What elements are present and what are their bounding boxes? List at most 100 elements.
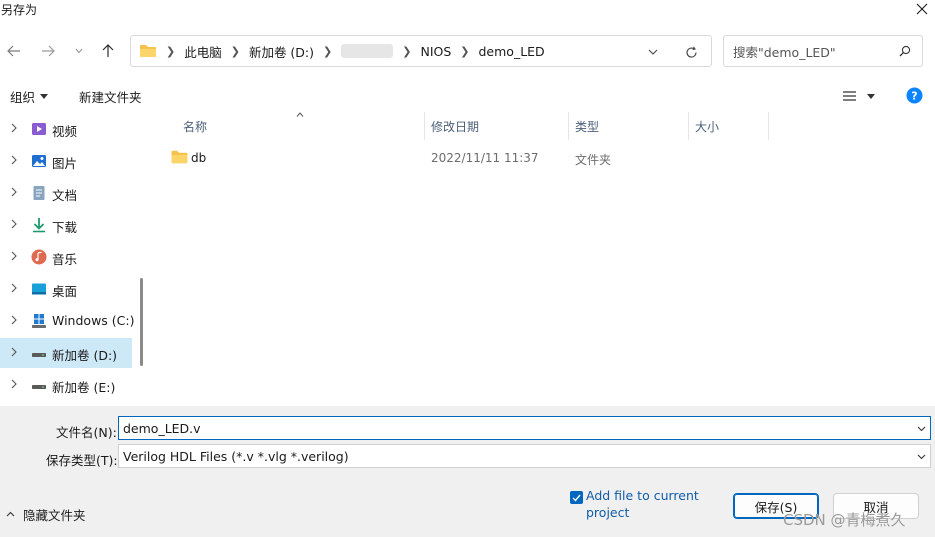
address-bar[interactable]: ❯ 此电脑 ❯ 新加卷 (D:) ❯ ❯ NIOS ❯ demo_LED	[130, 35, 712, 67]
sidebar-item-label: 音乐	[52, 252, 78, 267]
sidebar-scrollbar[interactable]	[140, 278, 143, 366]
table-row[interactable]: db 2022/11/11 11:37 文件夹	[166, 147, 786, 169]
chevron-down-icon[interactable]	[916, 423, 927, 434]
back-button[interactable]	[3, 40, 25, 62]
refresh-button[interactable]	[681, 43, 701, 61]
up-button[interactable]	[97, 40, 119, 62]
view-options-button[interactable]	[843, 87, 875, 105]
chevron-down-icon	[648, 49, 658, 55]
chevron-right-icon	[11, 347, 17, 357]
filetype-select[interactable]: Verilog HDL Files (*.v *.vlg *.verilog)	[118, 444, 931, 468]
chevron-right-icon	[11, 155, 17, 165]
column-header-label: 修改日期	[431, 119, 480, 134]
breadcrumb-separator: ❯	[230, 44, 240, 58]
caret-down-icon	[40, 93, 49, 99]
caret-down-icon	[867, 93, 875, 99]
sidebar-item-label: 图片	[52, 156, 78, 171]
column-header-name[interactable]: 名称	[183, 112, 423, 140]
refresh-icon	[685, 45, 697, 58]
column-divider[interactable]	[568, 112, 569, 140]
windows-drive-icon	[32, 314, 46, 328]
forward-button[interactable]	[37, 40, 59, 62]
drive-icon	[32, 385, 46, 389]
video-icon	[32, 123, 46, 135]
organize-menu[interactable]: 组织	[10, 87, 49, 105]
file-list: 名称 修改日期 类型 大小 db 2022/11/11 11:37 文件夹	[150, 112, 935, 406]
breadcrumb-this-pc[interactable]: 此电脑	[184, 42, 222, 61]
search-input[interactable]: 搜索"demo_LED"	[723, 35, 923, 67]
sidebar-item-label: 桌面	[52, 284, 78, 299]
sidebar-item-label: 视频	[52, 124, 78, 139]
column-divider[interactable]	[424, 112, 425, 140]
sidebar-item-pictures[interactable]: 图片	[0, 146, 132, 176]
column-divider[interactable]	[688, 112, 689, 140]
organize-label: 组织	[10, 89, 36, 105]
close-icon	[916, 3, 928, 15]
breadcrumb-nios[interactable]: NIOS	[420, 44, 451, 59]
chevron-right-icon	[11, 123, 17, 133]
pictures-icon	[32, 155, 46, 167]
column-header-type[interactable]: 类型	[575, 112, 687, 140]
sidebar-item-label: Windows (C:)	[52, 313, 135, 328]
breadcrumb-separator: ❯	[402, 44, 412, 58]
command-bar: 组织 新建文件夹 ?	[0, 82, 935, 110]
chevron-down-icon	[917, 454, 926, 460]
breadcrumb-demo-led[interactable]: demo_LED	[479, 44, 545, 59]
column-header-label: 大小	[695, 119, 720, 134]
breadcrumb-redacted[interactable]	[341, 44, 394, 58]
sidebar-item-documents[interactable]: 文档	[0, 178, 132, 208]
sidebar-item-label: 文档	[52, 188, 78, 203]
file-name: db	[191, 151, 207, 165]
help-button[interactable]: ?	[905, 86, 923, 104]
hide-folders-toggle[interactable]: 隐藏文件夹	[6, 506, 86, 523]
column-header-label: 类型	[575, 119, 600, 134]
file-modified: 2022/11/11 11:37	[431, 151, 539, 165]
column-divider[interactable]	[768, 112, 769, 140]
chevron-up-icon	[6, 511, 15, 517]
filetype-label: 保存类型(T):	[46, 453, 118, 468]
chevron-right-icon	[11, 251, 17, 261]
column-header-label: 名称	[183, 119, 208, 134]
sidebar-item-music[interactable]: 音乐	[0, 242, 132, 272]
sidebar-item-desktop[interactable]: 桌面	[0, 274, 132, 304]
search-icon	[899, 45, 911, 57]
search-button[interactable]	[896, 43, 914, 59]
sidebar-item-windows-c[interactable]: Windows (C:)	[0, 306, 135, 336]
filetype-value: Verilog HDL Files (*.v *.vlg *.verilog)	[123, 448, 349, 464]
new-folder-label: 新建文件夹	[79, 89, 142, 105]
download-icon	[33, 218, 45, 233]
sidebar-item-videos[interactable]: 视频	[0, 114, 132, 144]
breadcrumb-drive-d[interactable]: 新加卷 (D:)	[249, 42, 314, 61]
chevron-right-icon	[11, 283, 17, 293]
add-to-project-checkbox[interactable]	[570, 491, 583, 504]
sidebar-item-downloads[interactable]: 下载	[0, 210, 132, 240]
sidebar-item-label: 新加卷 (D:)	[52, 348, 118, 363]
help-icon: ?	[906, 87, 922, 103]
folder-icon	[171, 150, 188, 164]
arrow-left-icon	[7, 45, 20, 57]
breadcrumb-separator: ❯	[166, 44, 176, 58]
sidebar-item-drive-d[interactable]: 新加卷 (D:)	[0, 338, 132, 368]
title-bar: 另存为	[0, 0, 935, 20]
address-dropdown-button[interactable]	[643, 44, 663, 60]
column-header-size[interactable]: 大小	[695, 112, 767, 140]
filename-value: demo_LED.v	[123, 420, 201, 436]
file-type: 文件夹	[575, 153, 612, 167]
chevron-right-icon	[11, 379, 17, 389]
desktop-icon	[32, 283, 46, 295]
add-to-project-label[interactable]: Add file to current project	[586, 487, 706, 521]
chevron-right-icon	[11, 315, 17, 325]
column-header-modified[interactable]: 修改日期	[431, 112, 567, 140]
window-title: 另存为	[1, 3, 38, 17]
close-button[interactable]	[910, 0, 934, 18]
search-placeholder: 搜索"demo_LED"	[733, 44, 836, 60]
sidebar-item-drive-e[interactable]: 新加卷 (E:)	[0, 370, 132, 400]
arrow-right-icon	[42, 45, 55, 57]
sidebar-item-label: 新加卷 (E:)	[52, 380, 116, 395]
watermark: CSDN @青梅煮久	[783, 511, 906, 529]
music-icon	[31, 249, 47, 265]
filename-input[interactable]: demo_LED.v	[118, 416, 931, 440]
new-folder-button[interactable]: 新建文件夹	[79, 87, 142, 105]
svg-text:?: ?	[911, 89, 917, 102]
recent-locations-button[interactable]	[68, 40, 90, 62]
